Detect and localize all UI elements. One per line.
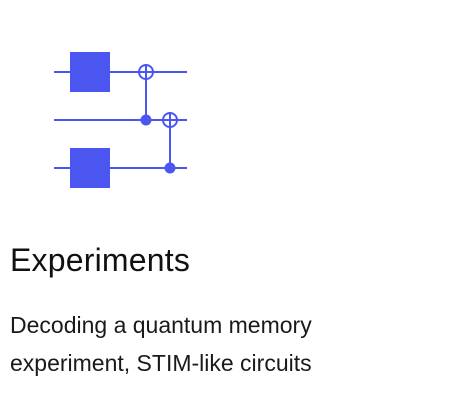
gate-box-2 [70, 148, 110, 188]
cnot-control-dot-1 [140, 114, 152, 126]
card-description: Decoding a quantum memory experiment, ST… [10, 306, 450, 382]
cnot-control-dot-2 [164, 162, 176, 174]
quantum-circuit-icon [54, 52, 187, 188]
card-description-line-1: Decoding a quantum memory [10, 312, 312, 338]
experiments-card[interactable]: Experiments Decoding a quantum memory ex… [0, 0, 460, 400]
gate-box-1 [70, 52, 110, 92]
card-title: Experiments [10, 242, 191, 278]
card-description-line-2: experiment, STIM-like circuits [10, 350, 312, 376]
